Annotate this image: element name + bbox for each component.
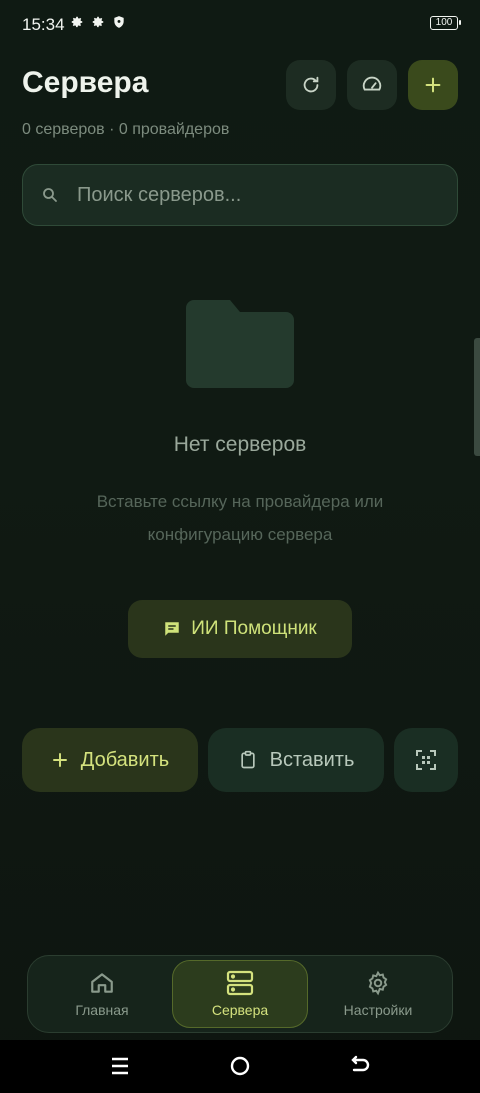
empty-title: Нет серверов: [173, 433, 307, 456]
paste-label: Вставить: [269, 748, 355, 771]
gear-icon: [71, 16, 83, 28]
bottom-navigation: Главная Сервера Настройки: [27, 955, 453, 1033]
plus-icon: [52, 753, 67, 767]
nav-item-settings[interactable]: Настройки: [310, 960, 446, 1028]
search-input[interactable]: [75, 182, 419, 208]
qr-scan-icon: [416, 750, 436, 770]
add-server-button[interactable]: [408, 60, 458, 110]
add-label: Добавить: [80, 748, 170, 771]
battery-indicator: 100: [430, 16, 461, 30]
nav-label: Настройки: [343, 1002, 413, 1018]
nav-label: Сервера: [211, 1002, 269, 1018]
server-count: 0 серверов · 0 провайдеров: [22, 121, 230, 138]
status-time: 15:34: [22, 15, 65, 34]
back-icon[interactable]: [348, 1054, 372, 1078]
chat-icon: [165, 622, 179, 636]
speedtest-button[interactable]: [347, 60, 397, 110]
nav-item-home[interactable]: Главная: [34, 960, 170, 1028]
home-icon: [91, 973, 113, 993]
folder-icon: [186, 300, 294, 388]
clipboard-icon: [240, 750, 255, 769]
ai-assistant-label: ИИ Помощник: [191, 618, 317, 639]
refresh-button[interactable]: [286, 60, 336, 110]
plus-icon: [425, 77, 441, 93]
nav-item-servers[interactable]: Сервера: [172, 960, 308, 1028]
ai-assistant-button[interactable]: ИИ Помощник: [128, 600, 352, 658]
scroll-handle[interactable]: [474, 338, 480, 456]
shield-icon: [114, 16, 124, 28]
empty-description: Вставьте ссылку на провайдера или конфиг…: [96, 492, 384, 544]
servers-icon: [226, 970, 254, 996]
search-icon: [43, 188, 57, 202]
paste-button[interactable]: Вставить: [208, 728, 384, 792]
home-button-icon[interactable]: [228, 1054, 252, 1078]
recent-apps-icon[interactable]: [108, 1054, 132, 1078]
add-button[interactable]: Добавить: [22, 728, 198, 792]
search-bar[interactable]: [22, 164, 458, 226]
nav-label: Главная: [75, 1002, 129, 1018]
gear-icon: [92, 16, 104, 28]
page-title: Сервера: [22, 66, 149, 99]
system-navigation-bar: [0, 1040, 480, 1093]
gear-icon: [368, 970, 388, 996]
speedometer-icon: [362, 76, 382, 91]
refresh-icon: [303, 76, 319, 93]
qr-scan-button[interactable]: [394, 728, 458, 792]
status-icons: [70, 15, 126, 29]
